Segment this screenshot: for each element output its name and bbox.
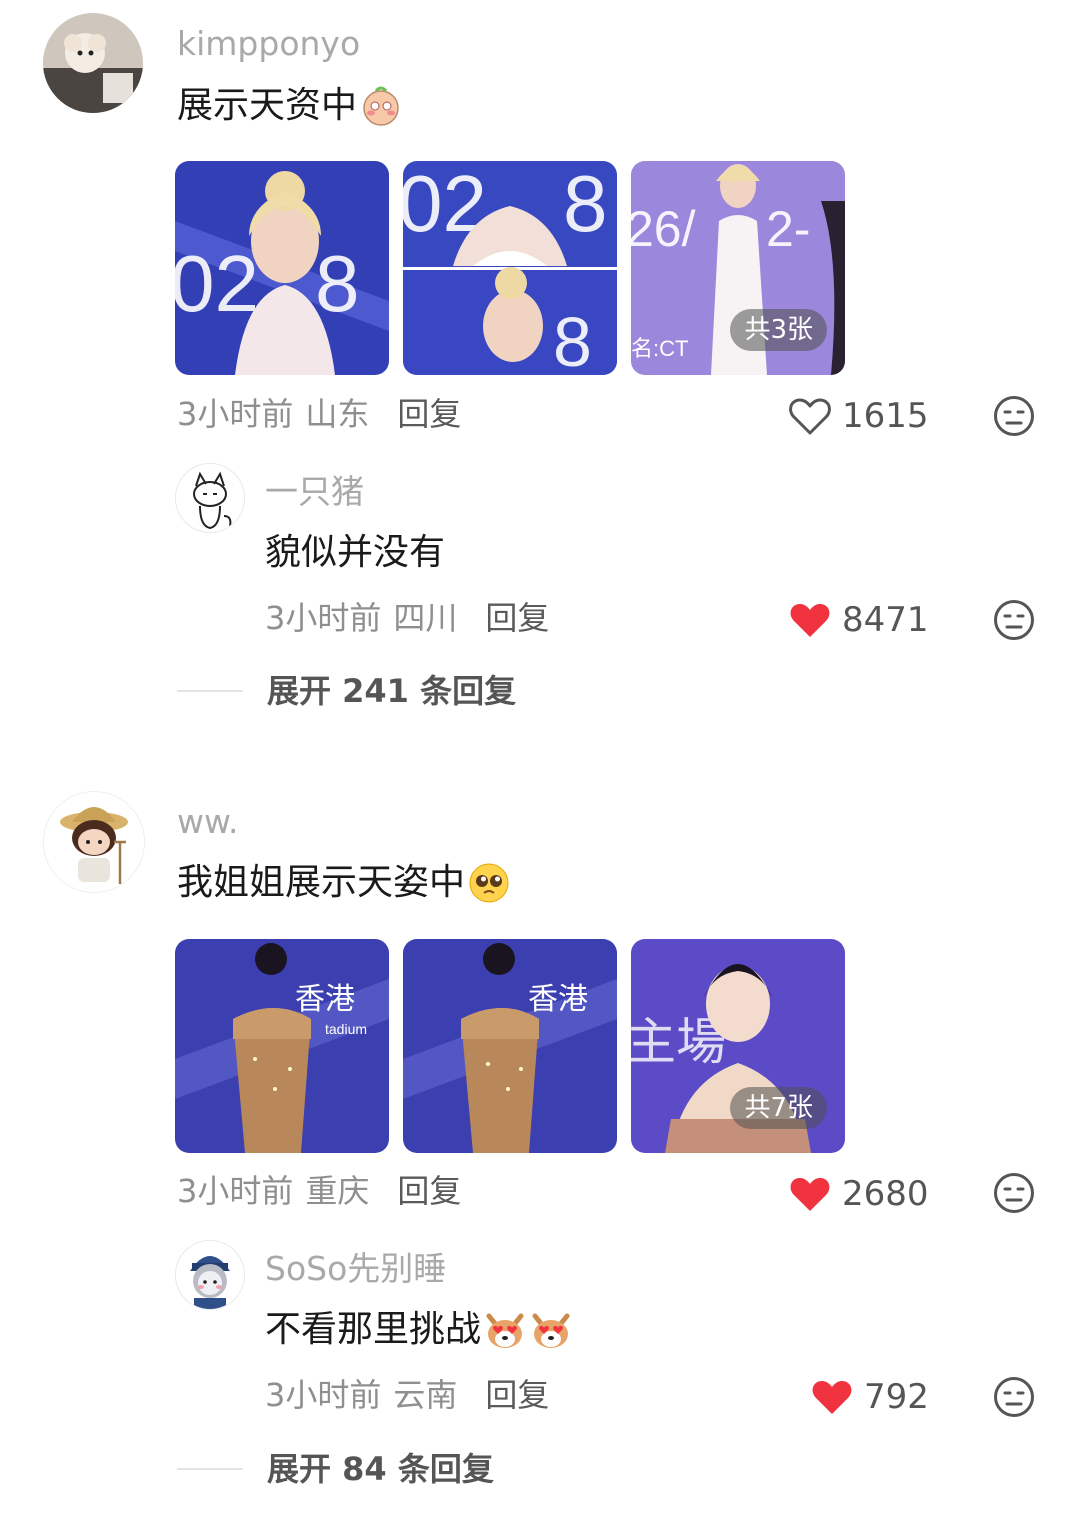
comment-image[interactable]: 香港 bbox=[403, 939, 617, 1153]
comment-text: 展示天资中 bbox=[177, 84, 403, 128]
heart-outline-icon bbox=[789, 398, 831, 435]
image-count-badge[interactable]: 共3张 bbox=[730, 309, 827, 351]
reply-text: 不看那里挑战 bbox=[265, 1308, 573, 1352]
reply-location: 云南 bbox=[393, 1376, 458, 1414]
reply-meta: 3小时前 四川 回复 bbox=[265, 598, 549, 638]
reply-time: 3小时前 bbox=[265, 1376, 382, 1414]
emoji-reaction-icon[interactable] bbox=[993, 395, 1035, 437]
comment-time: 3小时前 bbox=[177, 395, 294, 433]
reply-username[interactable]: 一只猪 bbox=[265, 472, 364, 512]
heart-filled-icon bbox=[790, 603, 830, 637]
comment-username[interactable]: kimpponyo bbox=[177, 24, 360, 64]
comment-text-body: 我姐姐展示天姿中 bbox=[177, 862, 466, 903]
reply-meta: 3小时前 云南 回复 bbox=[265, 1375, 549, 1415]
like-count: 2680 bbox=[842, 1174, 929, 1214]
heart-eyes-dog-emoji bbox=[532, 1313, 570, 1348]
svg-text:8: 8 bbox=[315, 239, 360, 328]
svg-text:香港: 香港 bbox=[528, 983, 588, 1016]
avatar[interactable] bbox=[43, 13, 143, 113]
svg-text:tadium: tadium bbox=[325, 1021, 367, 1037]
reply-location: 四川 bbox=[393, 599, 458, 637]
comment-image[interactable]: 02 8 bbox=[175, 161, 389, 375]
reply-button[interactable]: 回复 bbox=[485, 599, 549, 637]
comment-image[interactable]: 02 8 8 bbox=[403, 161, 617, 375]
svg-text:香港: 香港 bbox=[295, 983, 355, 1016]
comment-location: 山东 bbox=[305, 395, 370, 433]
avatar[interactable] bbox=[43, 791, 145, 893]
comment-image[interactable]: 香港 tadium bbox=[175, 939, 389, 1153]
svg-text:8: 8 bbox=[553, 303, 592, 375]
reply-button[interactable]: 回复 bbox=[397, 1172, 461, 1210]
comment-meta: 3小时前 山东 回复 bbox=[177, 394, 461, 434]
blushing-face-emoji bbox=[363, 86, 399, 126]
like-button[interactable]: 8471 bbox=[788, 600, 929, 640]
comment-text-body: 展示天资中 bbox=[177, 85, 358, 126]
expand-replies-button[interactable]: 展开 84 条回复 bbox=[177, 1449, 494, 1489]
reply-text-body: 貌似并没有 bbox=[265, 532, 446, 573]
comment-time: 3小时前 bbox=[177, 1172, 294, 1210]
like-button[interactable]: 792 bbox=[810, 1377, 929, 1417]
svg-text:8: 8 bbox=[563, 161, 608, 248]
reply-button[interactable]: 回复 bbox=[485, 1376, 549, 1414]
reply-button[interactable]: 回复 bbox=[397, 395, 461, 433]
comment-image[interactable]: 主場 共7张 bbox=[631, 939, 845, 1153]
svg-text:26/: 26/ bbox=[631, 201, 696, 257]
heart-filled-icon bbox=[790, 1177, 830, 1211]
comment-location: 重庆 bbox=[305, 1172, 370, 1210]
emoji-reaction-icon[interactable] bbox=[993, 1376, 1035, 1418]
expand-replies-label[interactable]: 展开 241 条回复 bbox=[267, 671, 516, 711]
emoji-reaction-icon[interactable] bbox=[993, 1172, 1035, 1214]
comment-meta: 3小时前 重庆 回复 bbox=[177, 1171, 461, 1211]
heart-filled-icon bbox=[812, 1380, 852, 1414]
like-button[interactable]: 1615 bbox=[788, 396, 929, 436]
svg-text:02: 02 bbox=[175, 239, 259, 328]
like-count: 1615 bbox=[842, 396, 929, 436]
like-count: 8471 bbox=[842, 600, 929, 640]
heart-eyes-dog-emoji bbox=[486, 1313, 524, 1348]
comment-image[interactable]: 26/ 2- 名:CT 共3张 bbox=[631, 161, 845, 375]
comment-username[interactable]: ww. bbox=[177, 802, 238, 842]
pleading-face-emoji bbox=[469, 863, 509, 903]
avatar[interactable] bbox=[175, 463, 245, 533]
avatar[interactable] bbox=[175, 1240, 245, 1310]
divider bbox=[177, 690, 243, 692]
like-button[interactable]: 2680 bbox=[788, 1174, 929, 1214]
expand-replies-label[interactable]: 展开 84 条回复 bbox=[267, 1449, 494, 1489]
reply-text: 貌似并没有 bbox=[265, 531, 445, 575]
like-count: 792 bbox=[864, 1377, 929, 1417]
reply-text-body: 不看那里挑战 bbox=[265, 1309, 482, 1350]
divider bbox=[177, 1468, 243, 1470]
expand-replies-button[interactable]: 展开 241 条回复 bbox=[177, 671, 516, 711]
image-count-badge[interactable]: 共7张 bbox=[730, 1087, 827, 1129]
reply-time: 3小时前 bbox=[265, 599, 382, 637]
svg-text:名:CT: 名:CT bbox=[631, 336, 688, 361]
svg-text:2-: 2- bbox=[766, 201, 810, 257]
reply-username[interactable]: SoSo先别睡 bbox=[265, 1249, 446, 1289]
comment-text: 我姐姐展示天姿中 bbox=[177, 861, 511, 905]
emoji-reaction-icon[interactable] bbox=[993, 599, 1035, 641]
